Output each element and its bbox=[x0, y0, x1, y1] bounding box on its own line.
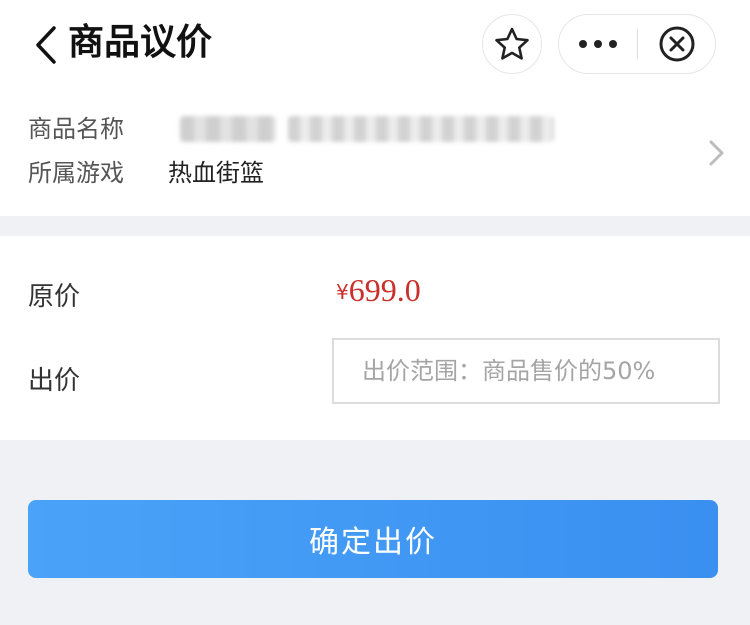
original-price-value: ¥699.0 bbox=[336, 272, 421, 314]
close-button[interactable] bbox=[638, 15, 716, 73]
star-icon bbox=[495, 27, 529, 60]
product-name-redacted bbox=[180, 116, 276, 142]
chevron-left-icon bbox=[36, 26, 56, 64]
more-button[interactable] bbox=[559, 15, 637, 73]
back-button[interactable] bbox=[28, 22, 68, 68]
close-circle-icon bbox=[659, 26, 695, 62]
game-value: 热血街篮 bbox=[168, 159, 264, 187]
bid-label: 出价 bbox=[28, 366, 81, 396]
game-label: 所属游戏 bbox=[28, 159, 124, 187]
favorite-button[interactable] bbox=[482, 14, 542, 74]
product-name-redacted-2 bbox=[288, 116, 554, 142]
confirm-bid-button[interactable]: 确定出价 bbox=[28, 500, 718, 578]
page-title: 商品议价 bbox=[68, 22, 213, 63]
currency-symbol: ¥ bbox=[336, 280, 349, 304]
chevron-right-icon bbox=[709, 140, 724, 166]
original-price-amount: 699.0 bbox=[348, 272, 421, 308]
original-price-label: 原价 bbox=[28, 282, 81, 312]
navigation-bar: 商品议价 bbox=[0, 0, 750, 90]
product-info-card[interactable]: 商品名称 所属游戏 热血街篮 bbox=[0, 90, 750, 216]
menu-capsule bbox=[558, 14, 716, 74]
bid-input[interactable] bbox=[332, 338, 720, 404]
more-icon bbox=[579, 40, 617, 48]
product-name-label: 商品名称 bbox=[28, 115, 124, 143]
bid-form: 原价 ¥699.0 出价 bbox=[0, 236, 750, 440]
